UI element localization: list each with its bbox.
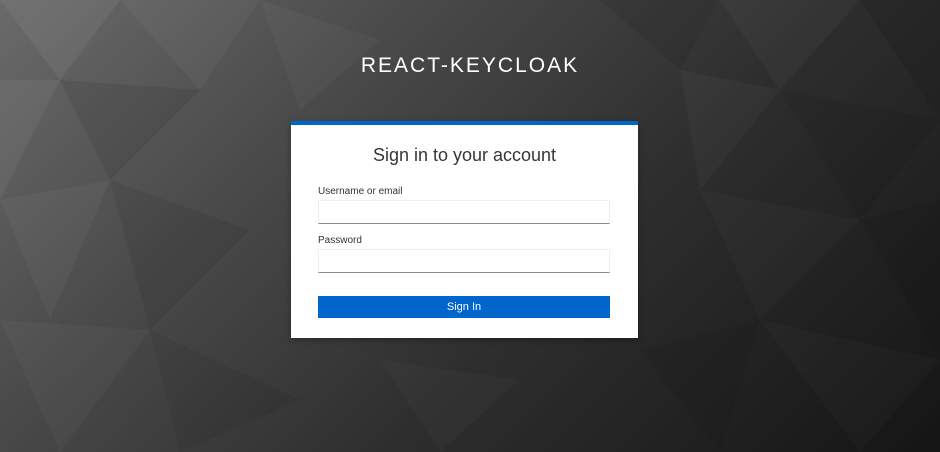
password-input[interactable]: [318, 249, 610, 273]
login-card: Sign in to your account Username or emai…: [291, 121, 638, 338]
password-label: Password: [318, 235, 362, 246]
login-heading: Sign in to your account: [372, 145, 557, 165]
login-page: REACT-KEYCLOAK Sign in to your account U…: [0, 0, 940, 452]
username-input[interactable]: [318, 200, 610, 224]
sign-in-button[interactable]: Sign In: [318, 296, 610, 318]
brand-title: REACT-KEYCLOAK: [360, 54, 580, 77]
username-label: Username or email: [318, 186, 403, 197]
